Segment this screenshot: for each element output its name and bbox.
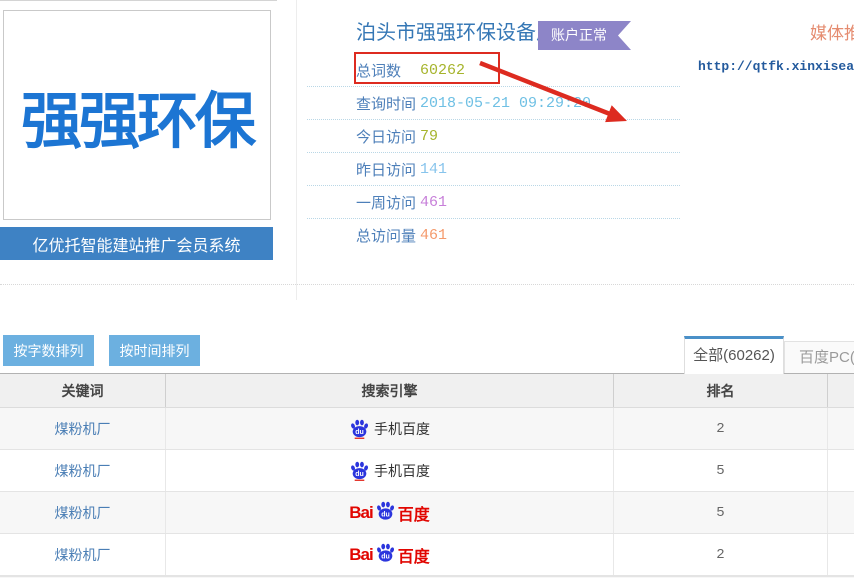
member-system-banner-label: 亿优托智能建站推广会员系统 bbox=[32, 232, 240, 256]
member-system-banner: 亿优托智能建站推广会员系统 bbox=[0, 227, 273, 260]
status-badge: 账户正常 bbox=[538, 21, 631, 50]
left-column-border bbox=[296, 0, 297, 300]
svg-text:du: du bbox=[381, 511, 390, 518]
rank-cell: 5 bbox=[614, 450, 828, 491]
stat-value: 2018-05-21 09:29:20 bbox=[420, 95, 591, 112]
section-divider bbox=[0, 284, 854, 285]
engine-cell: du 手机百度 bbox=[166, 408, 614, 449]
stat-row: 总访问量 461 bbox=[307, 219, 680, 252]
baidu-mobile-app-icon: du bbox=[349, 418, 370, 439]
engine-mobile-baidu: du 手机百度 bbox=[349, 418, 430, 439]
baidu-logo-bai: Bai bbox=[349, 545, 372, 565]
extra-cell bbox=[828, 450, 854, 491]
keyword-cell: 煤粉机厂 bbox=[0, 408, 166, 449]
stat-value: 60262 bbox=[420, 62, 465, 79]
media-section-heading: 媒体推 bbox=[810, 19, 854, 44]
engine-label: 手机百度 bbox=[374, 461, 430, 481]
top-hairline bbox=[0, 0, 277, 1]
stat-value: 79 bbox=[420, 128, 438, 145]
extra-cell bbox=[828, 534, 854, 575]
engine-pc-baidu: Bai du 百度 bbox=[349, 500, 429, 525]
engine-cell: du 手机百度 bbox=[166, 450, 614, 491]
rank-value: 2 bbox=[716, 421, 724, 437]
stat-label: 总词数 bbox=[356, 60, 420, 81]
stat-row: 昨日访问 141 bbox=[307, 153, 680, 186]
keyword-link[interactable]: 煤粉机厂 bbox=[55, 545, 111, 565]
stat-row: 总词数 60262 bbox=[307, 54, 680, 87]
site-url-link[interactable]: http://qtfk.xinxisea. bbox=[698, 59, 854, 74]
baidu-logo-bai: Bai bbox=[349, 503, 372, 523]
stat-label: 总访问量 bbox=[356, 225, 420, 246]
sort-by-time-button[interactable]: 按时间排列 bbox=[109, 335, 200, 366]
page-title: 泊头市强强环保设备厂 bbox=[356, 16, 556, 45]
svg-text:du: du bbox=[355, 429, 364, 436]
stat-value: 141 bbox=[420, 161, 447, 178]
column-header-engine: 搜索引擎 bbox=[166, 374, 614, 407]
stat-row: 查询时间 2018-05-21 09:29:20 bbox=[307, 87, 680, 120]
partial-next-row bbox=[0, 576, 854, 578]
rank-cell: 5 bbox=[614, 492, 828, 533]
account-stats-list: 总词数 60262 查询时间 2018-05-21 09:29:20 今日访问 … bbox=[307, 54, 680, 252]
rank-cell: 2 bbox=[614, 534, 828, 575]
column-header-keyword: 关键词 bbox=[0, 374, 166, 407]
rank-value: 5 bbox=[716, 463, 724, 479]
engine-label: 手机百度 bbox=[374, 419, 430, 439]
baidu-paw-icon: du bbox=[375, 542, 396, 563]
keyword-rank-table: 关键词 搜索引擎 排名 煤粉机厂 du bbox=[0, 373, 854, 578]
extra-cell bbox=[828, 492, 854, 533]
stat-label: 昨日访问 bbox=[356, 159, 420, 180]
keyword-cell: 煤粉机厂 bbox=[0, 492, 166, 533]
baidu-logo-baidu: 百度 bbox=[398, 501, 430, 525]
tab-all[interactable]: 全部(60262) bbox=[684, 336, 784, 374]
tab-baidu-pc[interactable]: 百度PC(30 bbox=[784, 341, 854, 374]
engine-cell: Bai du 百度 bbox=[166, 492, 614, 533]
baidu-logo-baidu: 百度 bbox=[398, 543, 430, 567]
stat-row: 今日访问 79 bbox=[307, 120, 680, 153]
page: 强强环保 亿优托智能建站推广会员系统 泊头市强强环保设备厂 账户正常 总词数 6… bbox=[0, 0, 854, 579]
stat-label: 今日访问 bbox=[356, 126, 420, 147]
stat-value: 461 bbox=[420, 194, 447, 211]
company-logo-text: 强强环保 bbox=[21, 71, 253, 160]
rank-value: 5 bbox=[716, 505, 724, 521]
svg-text:du: du bbox=[381, 553, 390, 560]
keyword-cell: 煤粉机厂 bbox=[0, 450, 166, 491]
table-row: 煤粉机厂 du 手机百度 5 bbox=[0, 450, 854, 492]
engine-cell: Bai du 百度 bbox=[166, 534, 614, 575]
column-header-extra bbox=[828, 374, 854, 407]
keyword-link[interactable]: 煤粉机厂 bbox=[55, 419, 111, 439]
engine-pc-baidu: Bai du 百度 bbox=[349, 542, 429, 567]
keyword-link[interactable]: 煤粉机厂 bbox=[55, 461, 111, 481]
keyword-link[interactable]: 煤粉机厂 bbox=[55, 503, 111, 523]
stat-label: 一周访问 bbox=[356, 192, 420, 213]
sort-by-words-button[interactable]: 按字数排列 bbox=[3, 335, 94, 366]
keyword-cell: 煤粉机厂 bbox=[0, 534, 166, 575]
table-row: 煤粉机厂 Bai du 百度 5 bbox=[0, 492, 854, 534]
table-header-row: 关键词 搜索引擎 排名 bbox=[0, 373, 854, 408]
rank-cell: 2 bbox=[614, 408, 828, 449]
stat-row: 一周访问 461 bbox=[307, 186, 680, 219]
table-row: 煤粉机厂 Bai du 百度 2 bbox=[0, 534, 854, 576]
table-row: 煤粉机厂 du 手机百度 2 bbox=[0, 408, 854, 450]
stat-label: 查询时间 bbox=[356, 93, 420, 114]
company-logo-box: 强强环保 bbox=[3, 10, 271, 220]
baidu-mobile-app-icon: du bbox=[349, 460, 370, 481]
stat-value: 461 bbox=[420, 227, 447, 244]
table-body: 煤粉机厂 du 手机百度 2 bbox=[0, 408, 854, 576]
extra-cell bbox=[828, 408, 854, 449]
engine-tabs: 全部(60262) 百度PC(30 bbox=[684, 336, 854, 374]
engine-mobile-baidu: du 手机百度 bbox=[349, 460, 430, 481]
svg-text:du: du bbox=[355, 471, 364, 478]
rank-value: 2 bbox=[716, 547, 724, 563]
baidu-paw-icon: du bbox=[375, 500, 396, 521]
column-header-rank: 排名 bbox=[614, 374, 828, 407]
